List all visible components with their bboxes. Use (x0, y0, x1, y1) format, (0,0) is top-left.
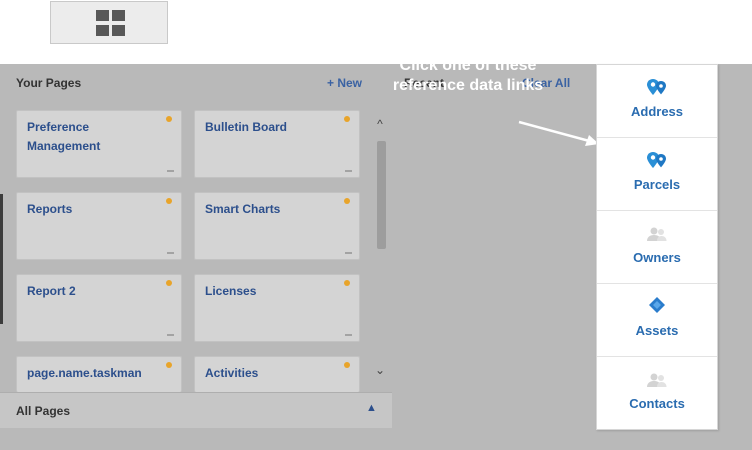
menu-item-assets[interactable]: Assets (597, 284, 717, 357)
diamond-icon (649, 297, 665, 313)
left-edge-bar (0, 194, 3, 324)
favorite-star-icon[interactable] (166, 198, 172, 204)
resize-grip-icon (167, 334, 174, 336)
people-icon (647, 227, 667, 241)
menu-item-address[interactable]: Address (597, 65, 717, 138)
favorite-star-icon[interactable] (344, 116, 350, 122)
page-tile-label: Smart Charts (205, 202, 281, 216)
grid-icon-cell (96, 25, 109, 36)
favorite-star-icon[interactable] (166, 280, 172, 286)
favorite-star-icon[interactable] (166, 362, 172, 368)
page-tile-label: Licenses (205, 284, 257, 298)
favorite-star-icon[interactable] (344, 280, 350, 286)
page-tile-label: Activities (205, 366, 259, 380)
people-icon (647, 373, 667, 387)
resize-grip-icon (167, 252, 174, 254)
page-tile[interactable]: Smart Charts (194, 192, 360, 260)
scrollbar-thumb[interactable] (377, 141, 386, 249)
menu-item-label: Contacts (629, 396, 685, 411)
grid-icon-cell (112, 25, 125, 36)
menu-item-label: Parcels (633, 177, 681, 192)
all-pages-bar[interactable]: All Pages ▲ (0, 392, 392, 428)
new-page-link[interactable]: + New (327, 76, 362, 90)
page-tile-label: page.name.taskman (27, 366, 142, 380)
menu-item-contacts[interactable]: Contacts (597, 357, 717, 430)
callout-arrow-icon (518, 120, 599, 146)
menu-item-parcels[interactable]: Parcels (597, 138, 717, 211)
page-tile-label: Bulletin Board (205, 120, 288, 134)
page-tile[interactable]: page.name.taskman (16, 356, 182, 392)
map-pin-icon (647, 152, 666, 168)
page-tile[interactable]: Report 2 (16, 274, 182, 342)
favorite-star-icon[interactable] (344, 362, 350, 368)
all-pages-label: All Pages (16, 404, 71, 418)
menu-item-label: Assets (635, 323, 679, 338)
chevron-up-icon[interactable]: ▲ (366, 402, 377, 414)
grid-view-button[interactable] (50, 1, 168, 44)
page-tile[interactable]: Preference Management (16, 110, 182, 178)
menu-item-owners[interactable]: Owners (597, 211, 717, 284)
page-tile-label: Reports (27, 202, 73, 216)
top-bar (0, 0, 752, 64)
favorite-star-icon[interactable] (166, 116, 172, 122)
favorite-star-icon[interactable] (344, 198, 350, 204)
your-pages-title: Your Pages (16, 76, 82, 90)
grid-icon (96, 10, 109, 21)
resize-grip-icon (345, 170, 352, 172)
scroll-down-icon[interactable]: ⌄ (373, 364, 387, 376)
page-tile-label: Report 2 (27, 284, 76, 298)
resize-grip-icon (167, 170, 174, 172)
callout-text: Click one of these reference data links (392, 57, 544, 94)
menu-item-label: Address (630, 104, 684, 119)
page-tile-label: Preference Management (27, 120, 101, 153)
reference-data-menu: Address Parcels Owners Assets Contacts (596, 64, 718, 430)
page-tile[interactable]: Bulletin Board (194, 110, 360, 178)
grid-icon-cell (112, 10, 125, 21)
map-pin-icon (647, 79, 666, 95)
scroll-up-icon[interactable]: ^ (373, 118, 387, 130)
menu-item-label: Owners (633, 250, 681, 265)
page-tile[interactable]: Reports (16, 192, 182, 260)
resize-grip-icon (345, 334, 352, 336)
page-tile[interactable]: Activities (194, 356, 360, 392)
resize-grip-icon (345, 252, 352, 254)
page-tile[interactable]: Licenses (194, 274, 360, 342)
